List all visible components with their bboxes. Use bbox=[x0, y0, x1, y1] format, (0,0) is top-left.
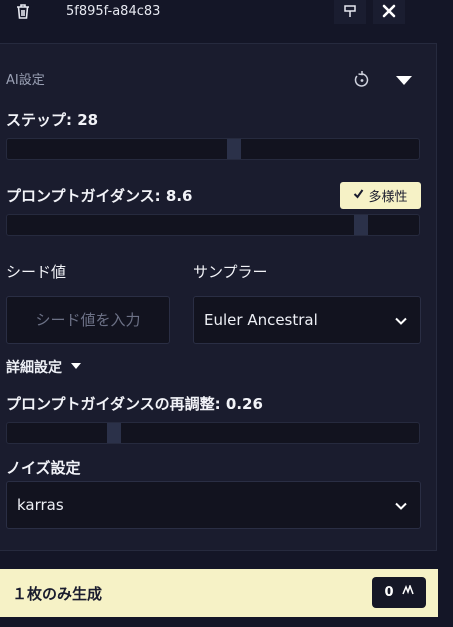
diversity-label: 多様性 bbox=[368, 190, 408, 205]
guidance-rescale-value: 0.26 bbox=[225, 395, 263, 413]
guidance-rescale-slider[interactable] bbox=[6, 422, 420, 444]
cost-badge: 0 bbox=[372, 577, 426, 608]
steps-label: ステップ: 28 bbox=[6, 111, 99, 129]
steps-value: 28 bbox=[77, 111, 99, 129]
guidance-value: 8.6 bbox=[165, 187, 193, 205]
generate-label: １枚のみ生成 bbox=[12, 585, 103, 603]
trash-icon[interactable] bbox=[14, 2, 32, 20]
cost-value: 0 bbox=[384, 585, 394, 600]
image-id-title: 5f895f-a84c83 bbox=[66, 4, 161, 19]
guidance-slider[interactable] bbox=[6, 214, 420, 236]
steps-slider[interactable] bbox=[6, 138, 420, 160]
guidance-rescale-label: プロンプトガイダンスの再調整: 0.26 bbox=[6, 395, 263, 413]
close-button[interactable] bbox=[373, 0, 405, 24]
noise-select[interactable]: karras bbox=[6, 481, 421, 529]
seed-input[interactable] bbox=[7, 296, 169, 344]
noise-selected: karras bbox=[17, 496, 64, 514]
reset-icon[interactable] bbox=[352, 70, 372, 90]
advanced-settings-toggle[interactable]: 詳細設定 bbox=[6, 357, 82, 377]
diversity-toggle[interactable]: 多様性 bbox=[340, 182, 421, 209]
guidance-label: プロンプトガイダンス: 8.6 bbox=[6, 187, 193, 205]
sampler-selected: Euler Ancestral bbox=[204, 311, 318, 329]
seed-label: シード値 bbox=[6, 263, 67, 281]
pin-icon bbox=[343, 3, 357, 22]
chevron-down-icon bbox=[394, 499, 408, 513]
top-bar: 5f895f-a84c83 bbox=[0, 0, 453, 26]
guidance-rescale-slider-thumb[interactable] bbox=[107, 423, 121, 443]
guidance-slider-thumb[interactable] bbox=[354, 215, 368, 235]
generate-bar[interactable]: １枚のみ生成 0 bbox=[0, 569, 438, 617]
noise-label: ノイズ設定 bbox=[6, 459, 81, 477]
close-icon bbox=[382, 3, 396, 22]
check-icon bbox=[353, 188, 364, 203]
sampler-label: サンプラー bbox=[193, 263, 268, 281]
advanced-settings-label: 詳細設定 bbox=[6, 360, 62, 376]
seed-input-field[interactable] bbox=[6, 296, 170, 344]
sampler-select[interactable]: Euler Ancestral bbox=[193, 296, 421, 344]
pin-button[interactable] bbox=[334, 0, 366, 24]
section-title: AI設定 bbox=[6, 73, 45, 88]
collapse-icon[interactable] bbox=[394, 73, 414, 87]
chevron-down-icon bbox=[394, 314, 408, 328]
steps-slider-thumb[interactable] bbox=[227, 139, 241, 159]
anlas-icon bbox=[401, 583, 414, 600]
caret-down-icon bbox=[70, 359, 82, 375]
